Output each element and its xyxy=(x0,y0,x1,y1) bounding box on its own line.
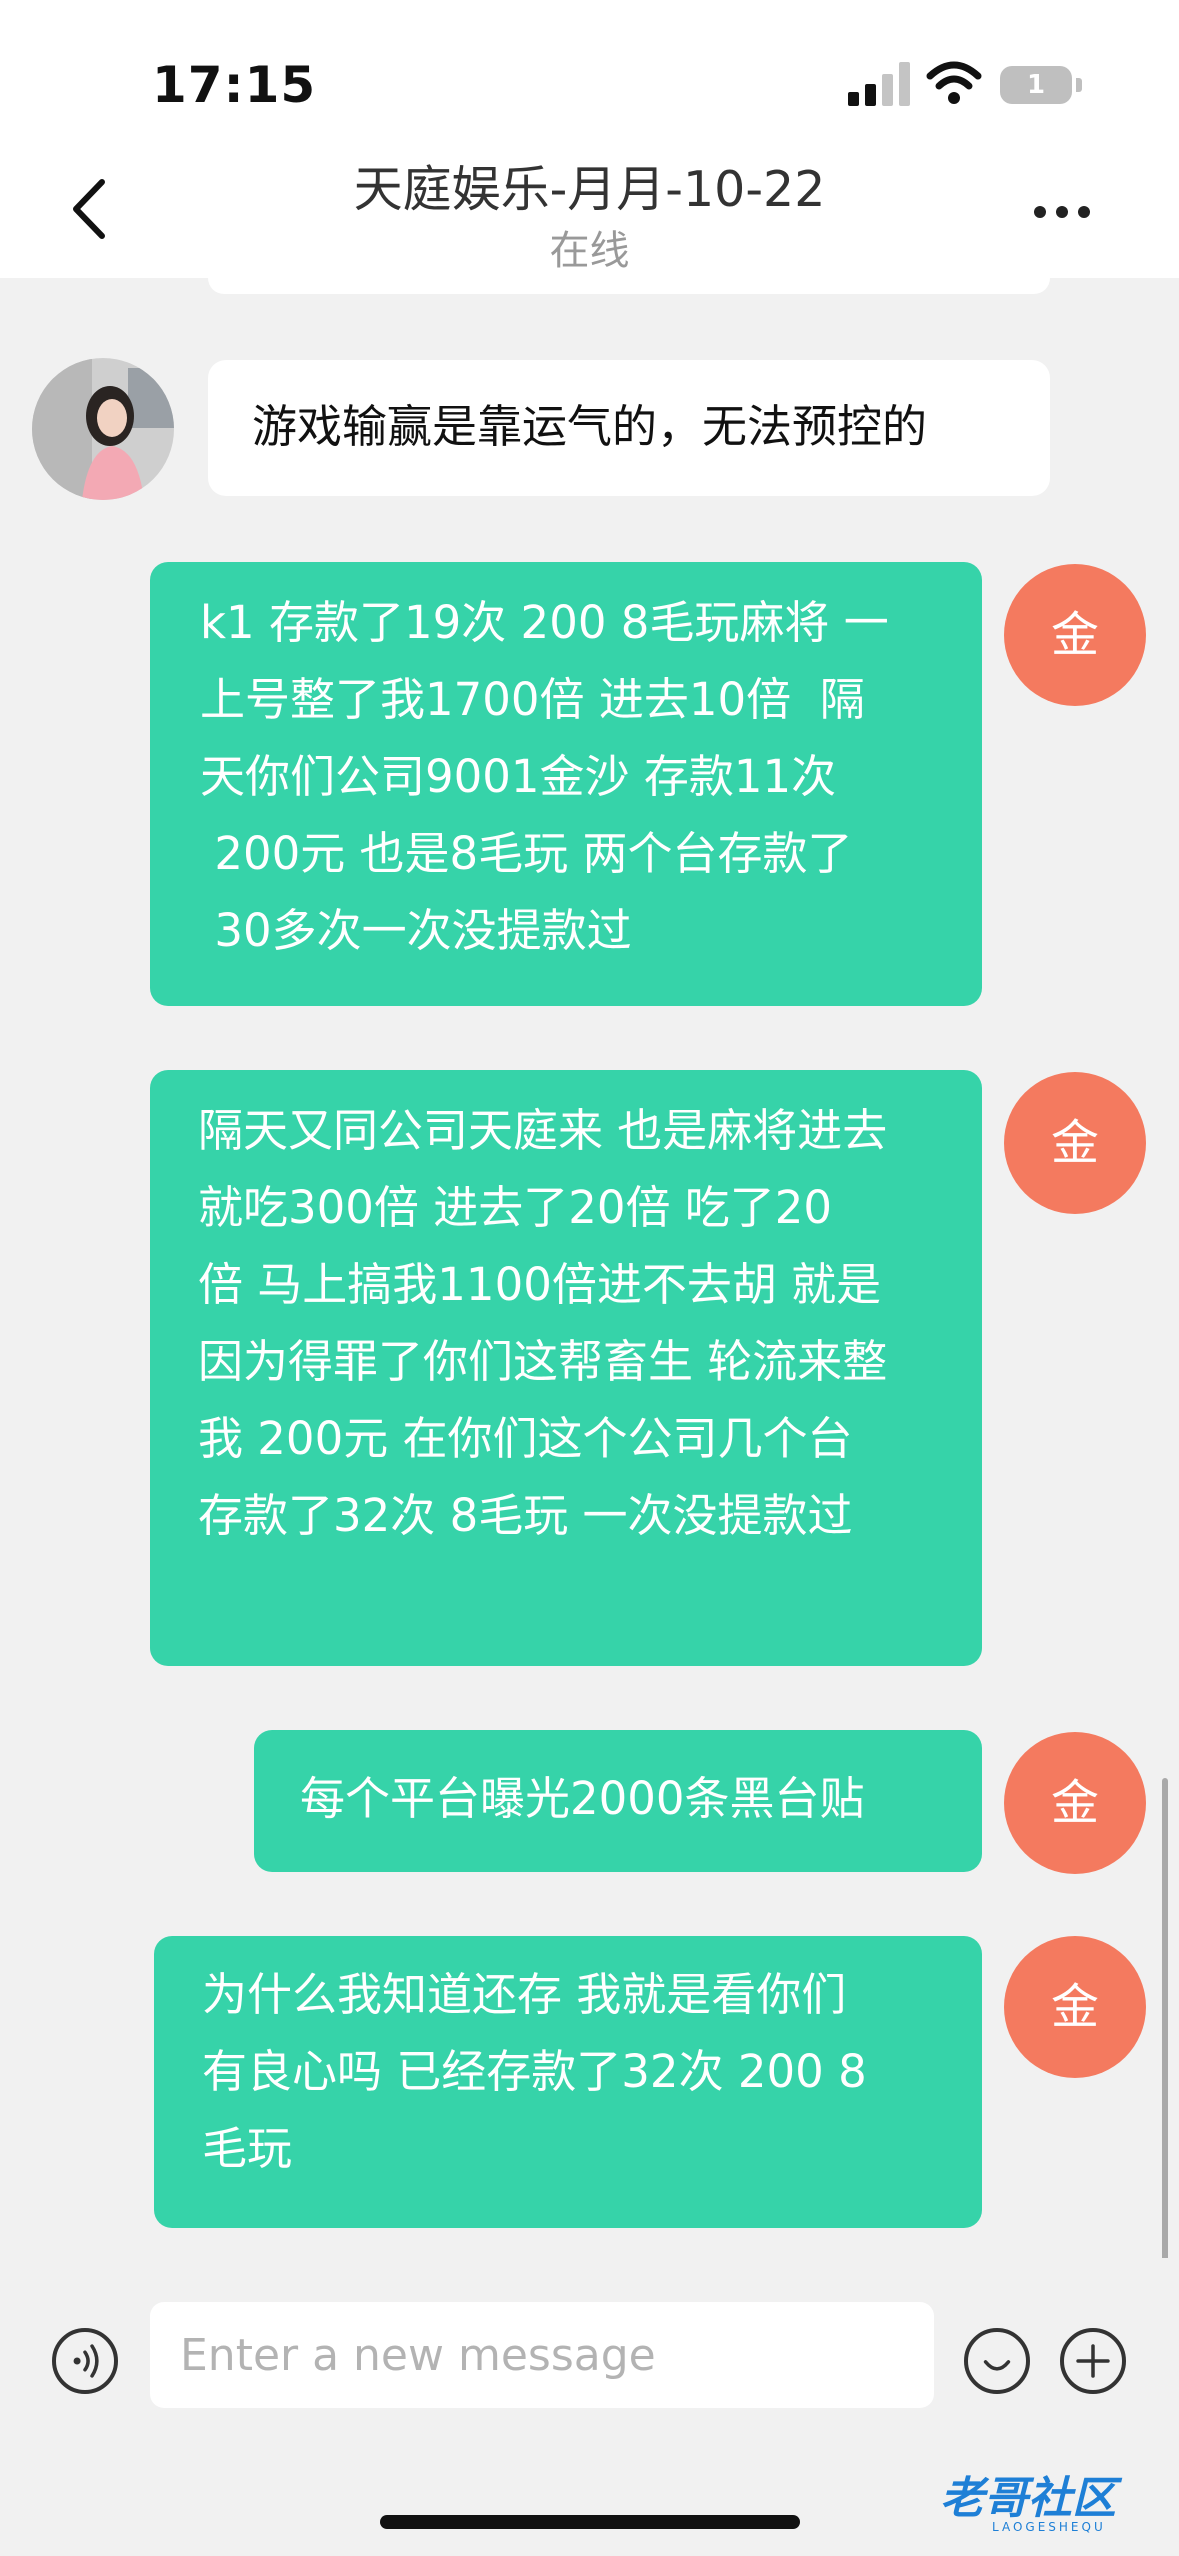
user-avatar[interactable]: 金 xyxy=(1004,1936,1146,2078)
scrollbar[interactable] xyxy=(1162,1778,1168,2258)
watermark-subtext: LAOGESHEQU xyxy=(992,2520,1106,2534)
outgoing-message: 为什么我知道还存 我就是看你们 有良心吗 已经存款了32次 200 8 毛玩 xyxy=(154,1936,982,2228)
battery-level: 1 xyxy=(1026,70,1046,100)
previous-message-bubble xyxy=(208,278,1050,294)
watermark-logo: 老哥社区 LAOGESHEQU xyxy=(940,2462,1170,2534)
user-avatar[interactable]: 金 xyxy=(1004,1072,1146,1214)
voice-input-icon[interactable] xyxy=(52,2328,118,2394)
status-bar: 17:15 1 xyxy=(0,0,1179,150)
more-options-icon[interactable] xyxy=(1034,202,1094,222)
contact-avatar[interactable] xyxy=(32,358,174,500)
status-time: 17:15 xyxy=(152,56,317,114)
emoji-icon[interactable] xyxy=(964,2328,1030,2394)
outgoing-message: 每个平台曝光2000条黑台贴 xyxy=(254,1730,982,1872)
user-avatar[interactable]: 金 xyxy=(1004,564,1146,706)
chat-title: 天庭娱乐-月月-10-22 xyxy=(353,161,826,218)
home-indicator[interactable] xyxy=(380,2515,800,2529)
wifi-icon xyxy=(926,61,982,104)
cellular-signal-icon xyxy=(848,62,910,106)
outgoing-message: 隔天又同公司天庭来 也是麻将进去 就吃300倍 进去了20倍 吃了20 倍 马上… xyxy=(150,1070,982,1666)
outgoing-message: k1 存款了19次 200 8毛玩麻将 一 上号整了我1700倍 进去10倍 隔… xyxy=(150,562,982,1006)
battery-tip xyxy=(1076,78,1082,92)
incoming-message: 游戏输赢是靠运气的，无法预控的 xyxy=(208,360,1050,496)
online-status: 在线 xyxy=(549,228,630,274)
message-input[interactable] xyxy=(150,2302,934,2408)
chat-header: 天庭娱乐-月月-10-22 在线 xyxy=(0,150,1179,278)
battery-icon: 1 xyxy=(1000,66,1072,104)
plus-icon[interactable] xyxy=(1060,2328,1126,2394)
watermark-text: 老哥社区 xyxy=(940,2473,1116,2524)
message-list[interactable]: 游戏输赢是靠运气的，无法预控的 k1 存款了19次 200 8毛玩麻将 一 上号… xyxy=(0,278,1179,2258)
user-avatar[interactable]: 金 xyxy=(1004,1732,1146,1874)
